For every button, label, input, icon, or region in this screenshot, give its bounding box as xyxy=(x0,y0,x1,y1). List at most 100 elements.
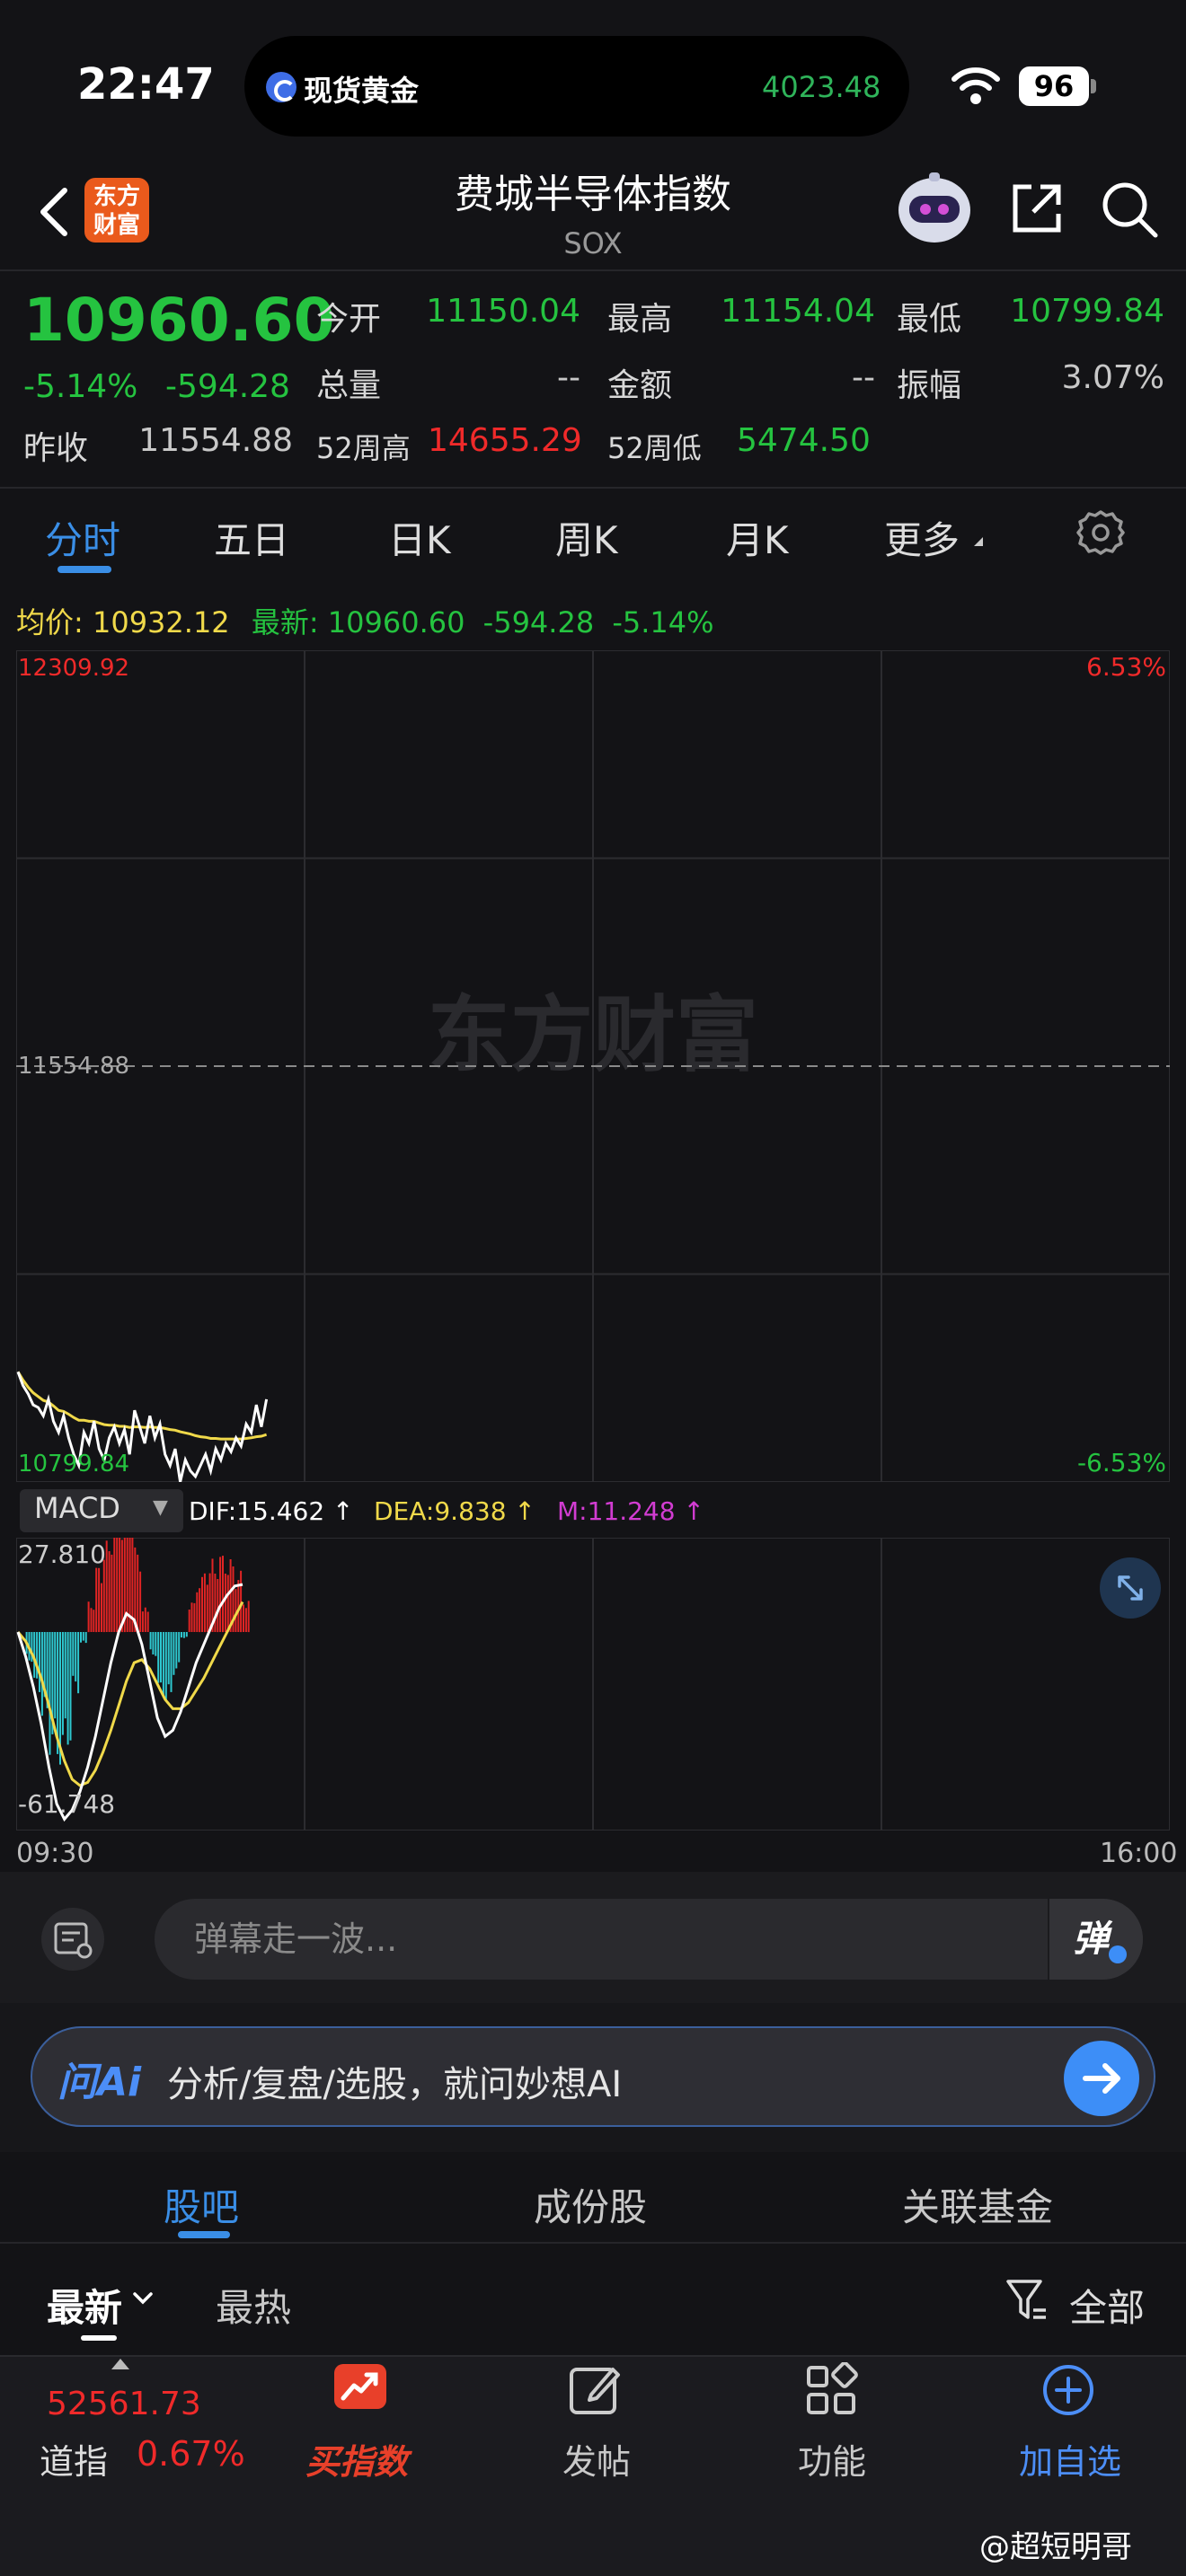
tab-constituents[interactable]: 成份股 xyxy=(534,2177,647,2232)
w52-low-label: 52周低 xyxy=(607,431,702,465)
macd-bar xyxy=(139,1571,142,1632)
amount-value: -- xyxy=(852,359,875,396)
average-price-bar: 均价: 10932.12 最新: 10960.60 -594.28 -5.14% xyxy=(16,600,714,641)
latest-label: 最新: xyxy=(251,605,319,640)
macd-bar xyxy=(98,1567,101,1632)
danmaku-input[interactable] xyxy=(155,1899,1143,1980)
nav-post[interactable]: 发帖 xyxy=(562,2434,631,2483)
dea-value: DEA:9.838 ↑ xyxy=(374,1496,535,1526)
expand-icon[interactable] xyxy=(1100,1557,1161,1619)
latest-change: -594.28 xyxy=(482,605,595,640)
gold-quote-icon xyxy=(266,72,296,102)
latest-percent: -5.14% xyxy=(612,605,714,640)
latest-value: 10960.60 xyxy=(327,605,465,640)
macd-bar xyxy=(149,1632,152,1650)
macd-bar xyxy=(119,1538,121,1632)
tab-five-day[interactable]: 五日 xyxy=(214,510,289,565)
edit-post-icon[interactable] xyxy=(568,2362,624,2418)
dow-percent[interactable]: 0.67% xyxy=(137,2434,245,2474)
macd-bar xyxy=(66,1632,69,1745)
pct-bottom-label: -6.53% xyxy=(1077,1448,1166,1478)
macd-bar xyxy=(80,1632,82,1643)
time-end-label: 16:00 xyxy=(1100,1838,1178,1869)
macd-bar xyxy=(170,1632,173,1692)
last-price: 10960.60 xyxy=(23,286,335,355)
open-label: 今开 xyxy=(316,301,382,338)
tab-more[interactable]: 更多 xyxy=(884,510,960,565)
macd-bar xyxy=(116,1538,119,1632)
time-start-label: 09:30 xyxy=(16,1838,94,1869)
macd-bar xyxy=(175,1632,178,1669)
macd-bar xyxy=(54,1632,57,1719)
nav-functions[interactable]: 功能 xyxy=(798,2434,866,2483)
w52-low-value: 5474.50 xyxy=(737,422,871,459)
volume-label: 总量 xyxy=(316,367,382,404)
sort-hot[interactable]: 最热 xyxy=(216,2278,291,2333)
sort-latest[interactable]: 最新 xyxy=(47,2278,122,2333)
macd-bar xyxy=(75,1632,77,1682)
macd-bottom-label: -61.748 xyxy=(18,1789,115,1819)
share-icon[interactable] xyxy=(1008,180,1066,237)
danmaku-send-label: 弹 xyxy=(1073,1919,1109,1960)
macd-bar xyxy=(181,1632,182,1638)
community-tab-indicator xyxy=(178,2231,230,2238)
macd-bar xyxy=(108,1551,111,1632)
macd-bar xyxy=(39,1632,40,1692)
nav-add-watchlist[interactable]: 加自选 xyxy=(1019,2434,1121,2483)
grid-functions-icon[interactable] xyxy=(803,2362,859,2418)
arrow-right-icon[interactable] xyxy=(1064,2041,1139,2116)
amplitude-label: 振幅 xyxy=(897,367,962,404)
divider xyxy=(0,2242,1186,2244)
macd-bar xyxy=(90,1608,93,1632)
robot-assistant-icon[interactable] xyxy=(893,169,976,246)
sort-indicator xyxy=(81,2335,117,2341)
macd-bar xyxy=(208,1573,211,1632)
macd-bar xyxy=(196,1592,199,1632)
macd-bar xyxy=(111,1554,113,1632)
macd-bar xyxy=(235,1589,237,1632)
change-amount: -594.28 xyxy=(165,368,290,405)
macd-bar xyxy=(173,1632,175,1675)
chevron-down-icon xyxy=(133,2292,153,2305)
volume-value: -- xyxy=(557,359,580,396)
add-watchlist-icon[interactable] xyxy=(1040,2362,1096,2418)
search-icon[interactable] xyxy=(1100,180,1159,239)
tab-monthly-k[interactable]: 月K xyxy=(726,510,789,565)
dow-price[interactable]: 52561.73 xyxy=(47,2386,201,2422)
low-label: 最低 xyxy=(897,301,962,338)
avg-value: 10932.12 xyxy=(92,605,230,640)
macd-bar xyxy=(120,1539,123,1633)
nav-buy-index[interactable]: 买指数 xyxy=(305,2434,408,2483)
macd-bar xyxy=(188,1610,190,1632)
tab-indicator xyxy=(58,566,111,573)
gear-icon[interactable] xyxy=(1076,508,1125,557)
intraday-chart[interactable]: 东方财富 12309.92 11554.88 10799.84 6.53% -6… xyxy=(16,650,1170,1482)
macd-bar xyxy=(137,1554,139,1632)
filter-label[interactable]: 全部 xyxy=(1069,2278,1145,2333)
dif-value: DIF:15.462 ↑ xyxy=(189,1496,354,1526)
tab-daily-k[interactable]: 日K xyxy=(388,510,451,565)
indicator-label: MACD xyxy=(34,1491,120,1525)
macd-bar xyxy=(199,1588,201,1633)
tab-guba[interactable]: 股吧 xyxy=(164,2177,239,2232)
macd-bar xyxy=(144,1607,146,1632)
high-value: 11154.04 xyxy=(721,293,875,330)
tab-intraday[interactable]: 分时 xyxy=(45,510,120,565)
macd-bar xyxy=(113,1538,116,1632)
y-mid-label: 11554.88 xyxy=(18,1053,129,1080)
high-label: 最高 xyxy=(607,301,673,338)
tab-related-funds[interactable]: 关联基金 xyxy=(902,2177,1053,2232)
danmaku-settings-icon[interactable] xyxy=(41,1908,104,1971)
tab-weekly-k[interactable]: 周K xyxy=(555,510,618,565)
macd-bar xyxy=(72,1632,75,1676)
macd-bar xyxy=(224,1574,226,1632)
filter-icon[interactable] xyxy=(1005,2276,1048,2326)
macd-bar xyxy=(201,1576,203,1632)
island-label: 现货黄金 xyxy=(304,74,420,108)
prev-close-label: 昨收 xyxy=(23,430,89,467)
dow-name[interactable]: 道指 xyxy=(40,2434,108,2483)
buy-index-icon[interactable] xyxy=(332,2362,388,2418)
macd-chart[interactable]: 27.810 -61.748 xyxy=(16,1538,1170,1831)
macd-bar xyxy=(87,1601,90,1633)
macd-bar xyxy=(152,1632,155,1654)
